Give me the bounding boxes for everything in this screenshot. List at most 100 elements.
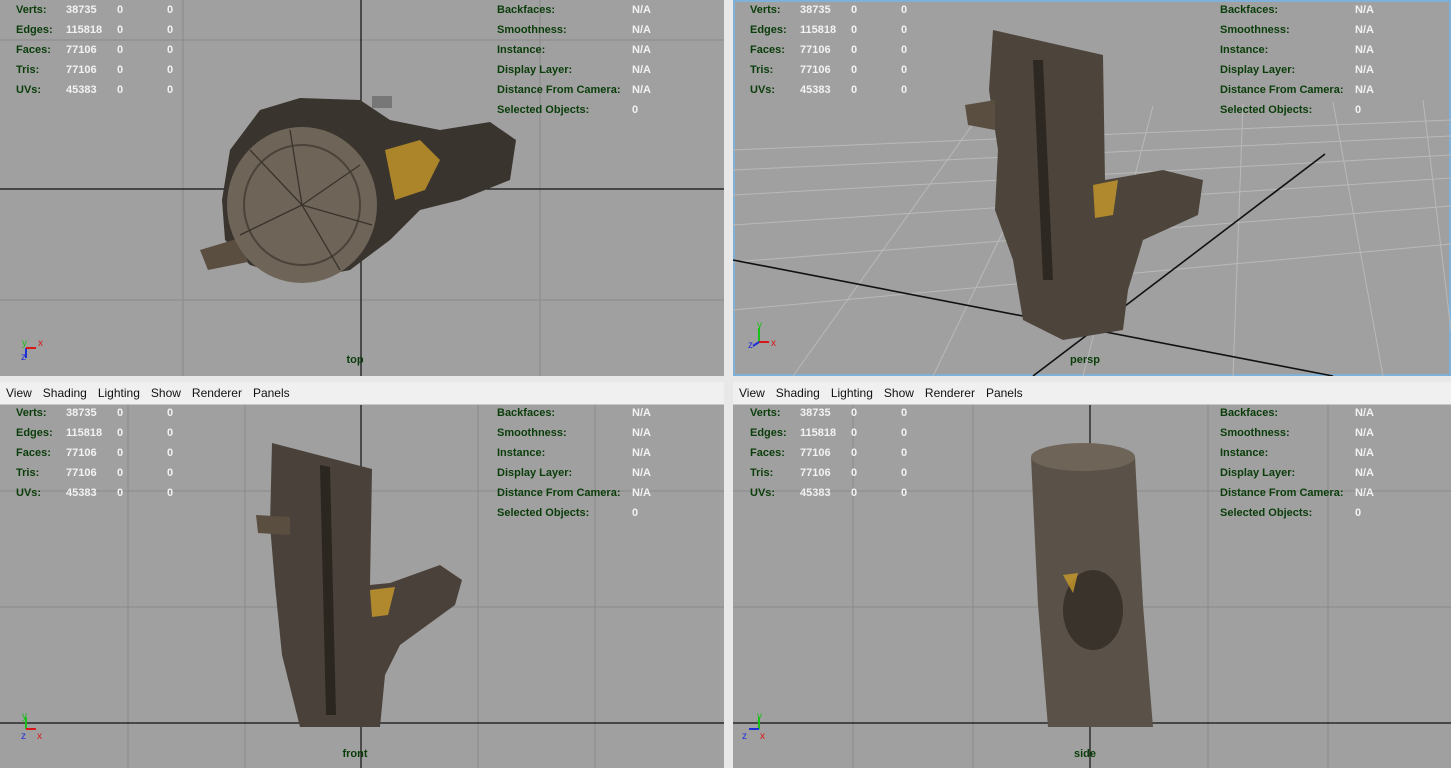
- menu-shading[interactable]: Shading: [776, 386, 820, 400]
- detail-label: Distance From Camera:: [1220, 487, 1344, 499]
- stat-selected: 0: [851, 4, 858, 16]
- detail-label: Selected Objects:: [497, 104, 590, 116]
- detail-label: Instance:: [1220, 44, 1269, 56]
- stat-label: Tris:: [750, 467, 774, 479]
- detail-value: N/A: [632, 84, 651, 96]
- pane-separator-vertical[interactable]: [724, 0, 733, 768]
- stat-selected: 0: [851, 44, 858, 56]
- detail-value: 0: [632, 104, 639, 116]
- detail-label: Distance From Camera:: [1220, 84, 1344, 96]
- svg-text:x: x: [38, 338, 43, 349]
- detail-label: Selected Objects:: [1220, 104, 1313, 116]
- svg-text:z: z: [742, 731, 747, 742]
- stat-label: Edges:: [16, 427, 53, 439]
- stat-label: Edges:: [750, 24, 787, 36]
- detail-label: Backfaces:: [1220, 407, 1279, 419]
- stump-model-persp[interactable]: [965, 30, 1203, 340]
- svg-text:x: x: [771, 338, 776, 349]
- stat-total: 38735: [66, 4, 97, 16]
- stump-model-top[interactable]: [200, 96, 516, 283]
- menu-lighting[interactable]: Lighting: [831, 386, 873, 400]
- menu-show[interactable]: Show: [884, 386, 914, 400]
- stat-label: UVs:: [16, 84, 42, 96]
- svg-text:y: y: [757, 711, 762, 722]
- detail-value: N/A: [632, 44, 651, 56]
- camera-label: side: [1073, 748, 1097, 760]
- stat-label: Faces:: [16, 44, 51, 56]
- stat-label: Edges:: [750, 427, 787, 439]
- panel-menubar: View Shading Lighting Show Renderer Pane…: [0, 382, 724, 405]
- detail-label: Smoothness:: [497, 24, 567, 36]
- stat-total: 77106: [800, 44, 831, 56]
- viewport-top[interactable]: Verts: 38735 0 0 Edges: 115818 0 0 Faces: 77106 0 0…: [0, 0, 724, 376]
- stat-label: Verts:: [750, 407, 781, 419]
- stat-total: 38735: [800, 407, 831, 419]
- menu-view[interactable]: View: [739, 386, 765, 400]
- detail-label: Instance:: [1220, 447, 1269, 459]
- menu-view[interactable]: View: [6, 386, 32, 400]
- detail-value: N/A: [632, 24, 651, 36]
- detail-label: Display Layer:: [497, 467, 573, 479]
- viewport-side[interactable]: Verts: 38735 0 0 Edges: 115818 0 0 Faces: 77106 0 0…: [733, 405, 1451, 768]
- stat-selected-components: 0: [901, 44, 908, 56]
- stat-selected: 0: [851, 427, 858, 439]
- stat-selected-components: 0: [167, 447, 174, 459]
- stat-selected: 0: [117, 64, 124, 76]
- menu-panels[interactable]: Panels: [986, 386, 1023, 400]
- detail-value: N/A: [1355, 4, 1374, 16]
- stat-selected-components: 0: [901, 427, 908, 439]
- menu-shading[interactable]: Shading: [43, 386, 87, 400]
- axis-indicator: y x z: [748, 320, 776, 351]
- detail-label: Selected Objects:: [1220, 507, 1313, 519]
- menu-panels[interactable]: Panels: [253, 386, 290, 400]
- stat-selected-components: 0: [167, 84, 174, 96]
- stat-total: 38735: [66, 407, 97, 419]
- detail-value: N/A: [1355, 84, 1374, 96]
- stump-model-side[interactable]: [1031, 443, 1153, 727]
- detail-value: N/A: [1355, 427, 1374, 439]
- svg-text:y: y: [757, 320, 762, 331]
- svg-text:x: x: [760, 731, 765, 742]
- detail-value: N/A: [632, 64, 651, 76]
- detail-value: N/A: [1355, 64, 1374, 76]
- viewport-front[interactable]: Verts: 38735 0 0 Edges: 115818 0 0 Faces: 77106 0 0…: [0, 405, 724, 768]
- svg-text:y: y: [22, 711, 27, 722]
- stat-selected: 0: [117, 24, 124, 36]
- detail-label: Backfaces:: [497, 407, 556, 419]
- stat-label: Verts:: [16, 4, 47, 16]
- stat-selected-components: 0: [901, 4, 908, 16]
- detail-value: N/A: [632, 487, 651, 499]
- detail-value: N/A: [1355, 407, 1374, 419]
- stat-total: 77106: [66, 467, 97, 479]
- stat-label: Verts:: [750, 4, 781, 16]
- stat-label: Tris:: [16, 467, 40, 479]
- stat-selected-components: 0: [901, 84, 908, 96]
- stat-selected-components: 0: [901, 447, 908, 459]
- detail-value: N/A: [1355, 467, 1374, 479]
- menu-show[interactable]: Show: [151, 386, 181, 400]
- camera-label: persp: [1070, 354, 1100, 366]
- svg-text:x: x: [37, 731, 42, 742]
- stat-total: 77106: [66, 64, 97, 76]
- viewport-persp[interactable]: Verts: 38735 0 0 Edges: 115818 0 0 Faces: 77106 0 0…: [733, 0, 1451, 376]
- detail-label: Display Layer:: [497, 64, 573, 76]
- stump-model-front[interactable]: [256, 443, 462, 727]
- detail-value: N/A: [632, 407, 651, 419]
- detail-label: Instance:: [497, 44, 546, 56]
- menu-lighting[interactable]: Lighting: [98, 386, 140, 400]
- stat-total: 45383: [800, 487, 831, 499]
- stat-selected-components: 0: [167, 64, 174, 76]
- detail-value: N/A: [632, 467, 651, 479]
- detail-label: Smoothness:: [1220, 24, 1290, 36]
- menu-renderer[interactable]: Renderer: [925, 386, 975, 400]
- stat-selected-components: 0: [167, 487, 174, 499]
- stat-label: UVs:: [750, 84, 776, 96]
- stat-label: Tris:: [16, 64, 40, 76]
- stat-selected: 0: [851, 24, 858, 36]
- stat-selected: 0: [117, 84, 124, 96]
- stat-total: 115818: [66, 427, 103, 439]
- detail-label: Smoothness:: [1220, 427, 1290, 439]
- menu-renderer[interactable]: Renderer: [192, 386, 242, 400]
- stat-selected: 0: [117, 4, 124, 16]
- stat-selected: 0: [851, 407, 858, 419]
